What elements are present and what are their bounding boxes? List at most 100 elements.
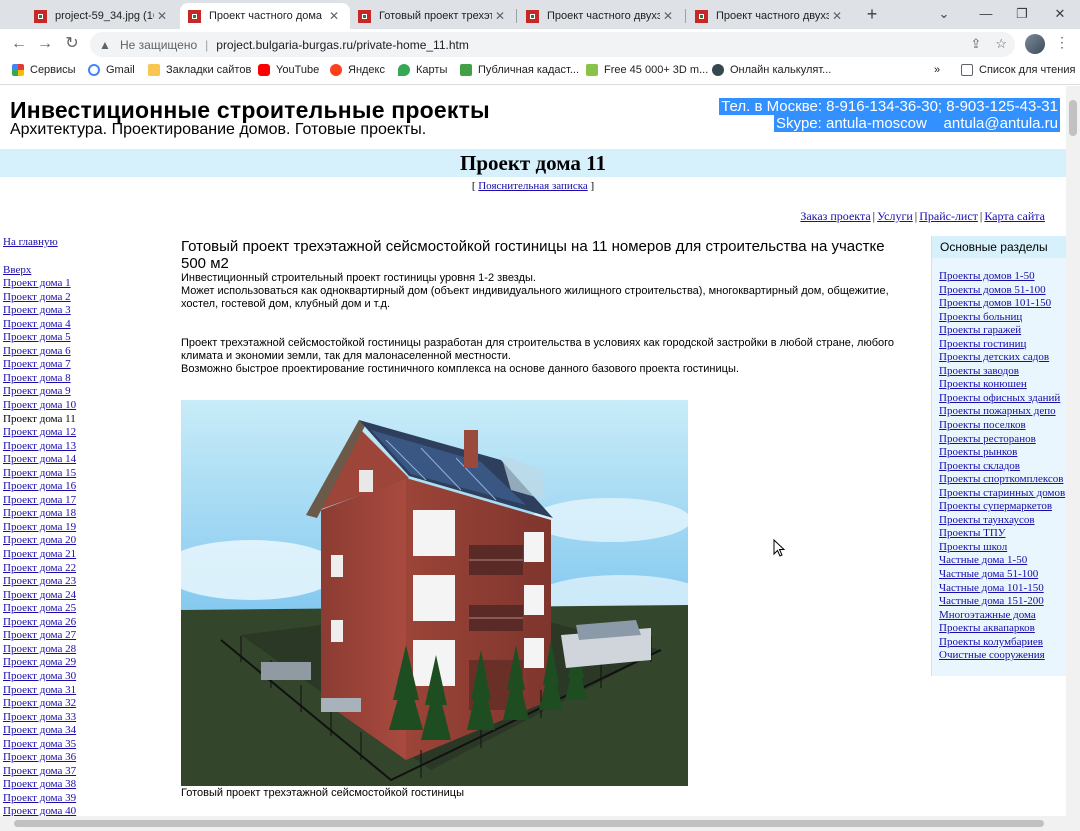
project-link[interactable]: Проект дома 21 xyxy=(3,548,76,560)
project-link[interactable]: Проект дома 6 xyxy=(3,345,71,357)
share-icon[interactable]: ⇪ xyxy=(970,36,981,52)
section-link[interactable]: Проекты гаражей xyxy=(939,324,1021,336)
project-link[interactable]: Проект дома 18 xyxy=(3,507,76,519)
building-render-image[interactable] xyxy=(181,400,688,786)
section-link[interactable]: Проекты супермаркетов xyxy=(939,500,1052,512)
section-link[interactable]: Многоэтажные дома xyxy=(939,609,1036,621)
project-link[interactable]: Проект дома 14 xyxy=(3,453,76,465)
project-link[interactable]: Проект дома 16 xyxy=(3,480,76,492)
project-link[interactable]: Проект дома 5 xyxy=(3,331,71,343)
close-icon[interactable]: ✕ xyxy=(829,9,845,23)
project-link[interactable]: Проект дома 9 xyxy=(3,385,71,397)
project-link[interactable]: Проект дома 35 xyxy=(3,738,76,750)
bookmark-star-icon[interactable]: ☆ xyxy=(995,36,1007,52)
section-link[interactable]: Частные дома 1-50 xyxy=(939,554,1027,566)
project-link[interactable]: Проект дома 17 xyxy=(3,494,76,506)
close-icon[interactable]: ✕ xyxy=(326,9,342,23)
section-link[interactable]: Проекты конюшен xyxy=(939,378,1027,390)
project-link[interactable]: Проект дома 8 xyxy=(3,372,71,384)
close-icon[interactable]: ✕ xyxy=(660,9,676,23)
section-link[interactable]: Проекты старинных домов xyxy=(939,487,1065,499)
project-link[interactable]: Проект дома 3 xyxy=(3,304,71,316)
bookmarks-overflow-button[interactable]: » xyxy=(934,64,940,76)
project-link[interactable]: Проект дома 1 xyxy=(3,277,71,289)
section-link[interactable]: Проекты колумбариев xyxy=(939,636,1043,648)
project-link[interactable]: Проект дома 31 xyxy=(3,684,76,696)
project-link[interactable]: Проект дома 39 xyxy=(3,792,76,804)
nav-services[interactable]: Услуги xyxy=(877,209,913,223)
section-link[interactable]: Проекты офисных зданий xyxy=(939,392,1060,404)
bookmark-yandex[interactable]: Яндекс xyxy=(330,64,385,76)
project-link[interactable]: Проект дома 36 xyxy=(3,751,76,763)
tab-4[interactable]: Проект частного двухэта ✕ xyxy=(518,3,684,29)
project-link[interactable]: Проект дома 19 xyxy=(3,521,76,533)
project-link[interactable]: Проект дома 25 xyxy=(3,602,76,614)
new-tab-button[interactable]: + xyxy=(862,5,882,25)
security-label[interactable]: Не защищено xyxy=(120,38,197,52)
vertical-scrollbar[interactable] xyxy=(1066,86,1080,816)
section-link[interactable]: Проекты пожарных депо xyxy=(939,405,1056,417)
section-link[interactable]: Очистные сооружения xyxy=(939,649,1045,661)
bookmark-gmail[interactable]: Gmail xyxy=(88,64,135,76)
section-link[interactable]: Проекты поселков xyxy=(939,419,1026,431)
profile-avatar[interactable] xyxy=(1025,34,1045,54)
project-link[interactable]: Проект дома 24 xyxy=(3,589,76,601)
url-text[interactable]: project.bulgaria-burgas.ru/private-home_… xyxy=(216,38,469,52)
nav-price-list[interactable]: Прайс-лист xyxy=(919,209,978,223)
project-link[interactable]: Проект дома 12 xyxy=(3,426,76,438)
project-link[interactable]: Проект дома 37 xyxy=(3,765,76,777)
section-link[interactable]: Проекты заводов xyxy=(939,365,1019,377)
project-link[interactable]: Проект дома 13 xyxy=(3,440,76,452)
section-link[interactable]: Проекты больниц xyxy=(939,311,1022,323)
close-window-icon[interactable]: ✕ xyxy=(1048,4,1072,24)
section-link[interactable]: Частные дома 151-200 xyxy=(939,595,1044,607)
bookmark-youtube[interactable]: YouTube xyxy=(258,64,319,76)
reading-list-button[interactable]: Список для чтения xyxy=(961,64,1075,76)
bookmark-cadastre[interactable]: Публичная кадаст... xyxy=(460,64,579,76)
project-link[interactable]: Проект дома 33 xyxy=(3,711,76,723)
section-link[interactable]: Проекты ТПУ xyxy=(939,527,1006,539)
project-link[interactable]: Проект дома 10 xyxy=(3,399,76,411)
nav-sitemap[interactable]: Карта сайта xyxy=(984,209,1045,223)
project-link[interactable]: Проект дома 2 xyxy=(3,291,71,303)
bookmark-maps[interactable]: Карты xyxy=(398,64,447,76)
horizontal-scrollbar[interactable] xyxy=(0,816,1080,831)
close-icon[interactable]: ✕ xyxy=(154,9,170,23)
warning-icon[interactable]: ▲ xyxy=(98,38,112,52)
project-link[interactable]: Проект дома 29 xyxy=(3,656,76,668)
section-link[interactable]: Проекты таунхаусов xyxy=(939,514,1035,526)
section-link[interactable]: Проекты домов 1-50 xyxy=(939,270,1035,282)
project-link[interactable]: Проект дома 40 xyxy=(3,805,76,816)
section-link[interactable]: Проекты спорткомплексов xyxy=(939,473,1063,485)
project-link[interactable]: Проект дома 34 xyxy=(3,724,76,736)
tab-2[interactable]: Проект частного дома 11 ✕ xyxy=(180,3,350,29)
tab-5[interactable]: Проект частного двухэта ✕ xyxy=(687,3,853,29)
section-link[interactable]: Проекты домов 101-150 xyxy=(939,297,1051,309)
up-link[interactable]: Вверх xyxy=(3,264,31,276)
tab-1[interactable]: project-59_34.jpg (1600× ✕ xyxy=(26,3,178,29)
explanatory-note-link[interactable]: Пояснительная записка xyxy=(478,180,588,192)
bookmark-services[interactable]: Сервисы xyxy=(12,64,76,76)
restore-icon[interactable]: ❐ xyxy=(1010,4,1034,24)
section-link[interactable]: Проекты складов xyxy=(939,460,1020,472)
project-link[interactable]: Проект дома 38 xyxy=(3,778,76,790)
minimize-icon[interactable]: — xyxy=(974,4,998,24)
forward-icon[interactable]: → xyxy=(35,34,55,54)
project-link[interactable]: Проект дома 22 xyxy=(3,562,76,574)
section-link[interactable]: Проекты детских садов xyxy=(939,351,1049,363)
section-link[interactable]: Проекты домов 51-100 xyxy=(939,284,1046,296)
project-link[interactable]: Проект дома 23 xyxy=(3,575,76,587)
section-link[interactable]: Проекты школ xyxy=(939,541,1007,553)
project-link[interactable]: Проект дома 27 xyxy=(3,629,76,641)
close-icon[interactable]: ✕ xyxy=(492,9,508,23)
project-link[interactable]: Проект дома 28 xyxy=(3,643,76,655)
project-link[interactable]: Проект дома 20 xyxy=(3,534,76,546)
bookmark-3d-models[interactable]: Free 45 000+ 3D m... xyxy=(586,64,708,76)
tab-search-icon[interactable]: ⌄ xyxy=(932,4,956,24)
project-link[interactable]: Проект дома 15 xyxy=(3,467,76,479)
section-link[interactable]: Проекты ресторанов xyxy=(939,433,1036,445)
project-link[interactable]: Проект дома 26 xyxy=(3,616,76,628)
reload-icon[interactable]: ↻ xyxy=(62,34,82,54)
tab-3[interactable]: Готовый проект трехэтаж ✕ xyxy=(350,3,516,29)
section-link[interactable]: Частные дома 101-150 xyxy=(939,582,1044,594)
